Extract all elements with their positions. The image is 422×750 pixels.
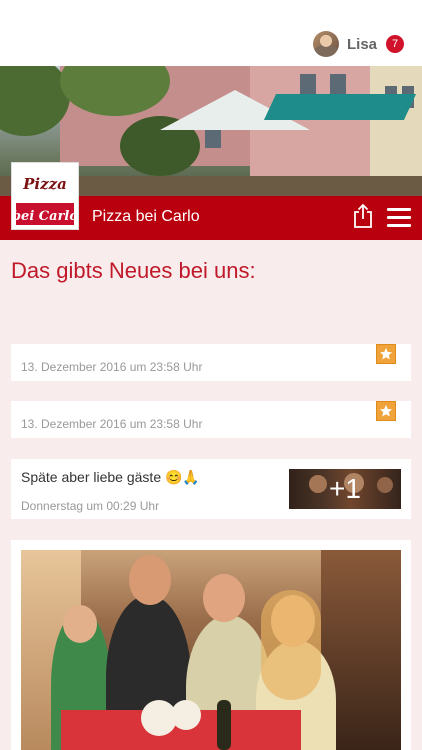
hamburger-menu-icon[interactable] bbox=[387, 208, 411, 228]
user-name[interactable]: Lisa bbox=[347, 36, 377, 53]
logo-graphic: Pizza bei Carlo bbox=[12, 163, 78, 229]
user-profile[interactable]: Lisa 7 bbox=[312, 30, 404, 58]
more-photos-count: +1 bbox=[289, 469, 401, 509]
svg-text:bei Carlo: bei Carlo bbox=[12, 209, 78, 224]
share-icon[interactable] bbox=[352, 203, 374, 229]
restaurant-title: Pizza bei Carlo bbox=[92, 208, 200, 225]
post-photo[interactable] bbox=[21, 550, 401, 750]
post-thumbnail[interactable]: +1 bbox=[289, 469, 401, 509]
star-icon[interactable] bbox=[376, 401, 396, 421]
post-card[interactable]: 13. Dezember 2016 um 23:58 Uhr bbox=[11, 344, 411, 381]
restaurant-logo: Pizza bei Carlo bbox=[11, 162, 79, 230]
post-card[interactable]: Späte aber liebe gäste 😊🙏 Donnerstag um … bbox=[11, 459, 411, 519]
notification-badge[interactable]: 7 bbox=[386, 35, 404, 53]
photo-card[interactable] bbox=[11, 540, 411, 750]
post-date: 13. Dezember 2016 um 23:58 Uhr bbox=[21, 360, 203, 374]
post-text: Späte aber liebe gäste 😊🙏 bbox=[21, 469, 200, 485]
avatar[interactable] bbox=[312, 31, 339, 57]
svg-text:Pizza: Pizza bbox=[22, 175, 67, 193]
star-icon[interactable] bbox=[376, 344, 396, 364]
top-bar: Lisa 7 bbox=[0, 0, 422, 66]
post-card[interactable]: 13. Dezember 2016 um 23:58 Uhr bbox=[11, 401, 411, 438]
section-title: Das gibts Neues bei uns: bbox=[11, 258, 256, 283]
post-date: Donnerstag um 00:29 Uhr bbox=[21, 499, 160, 513]
post-date: 13. Dezember 2016 um 23:58 Uhr bbox=[21, 417, 203, 431]
